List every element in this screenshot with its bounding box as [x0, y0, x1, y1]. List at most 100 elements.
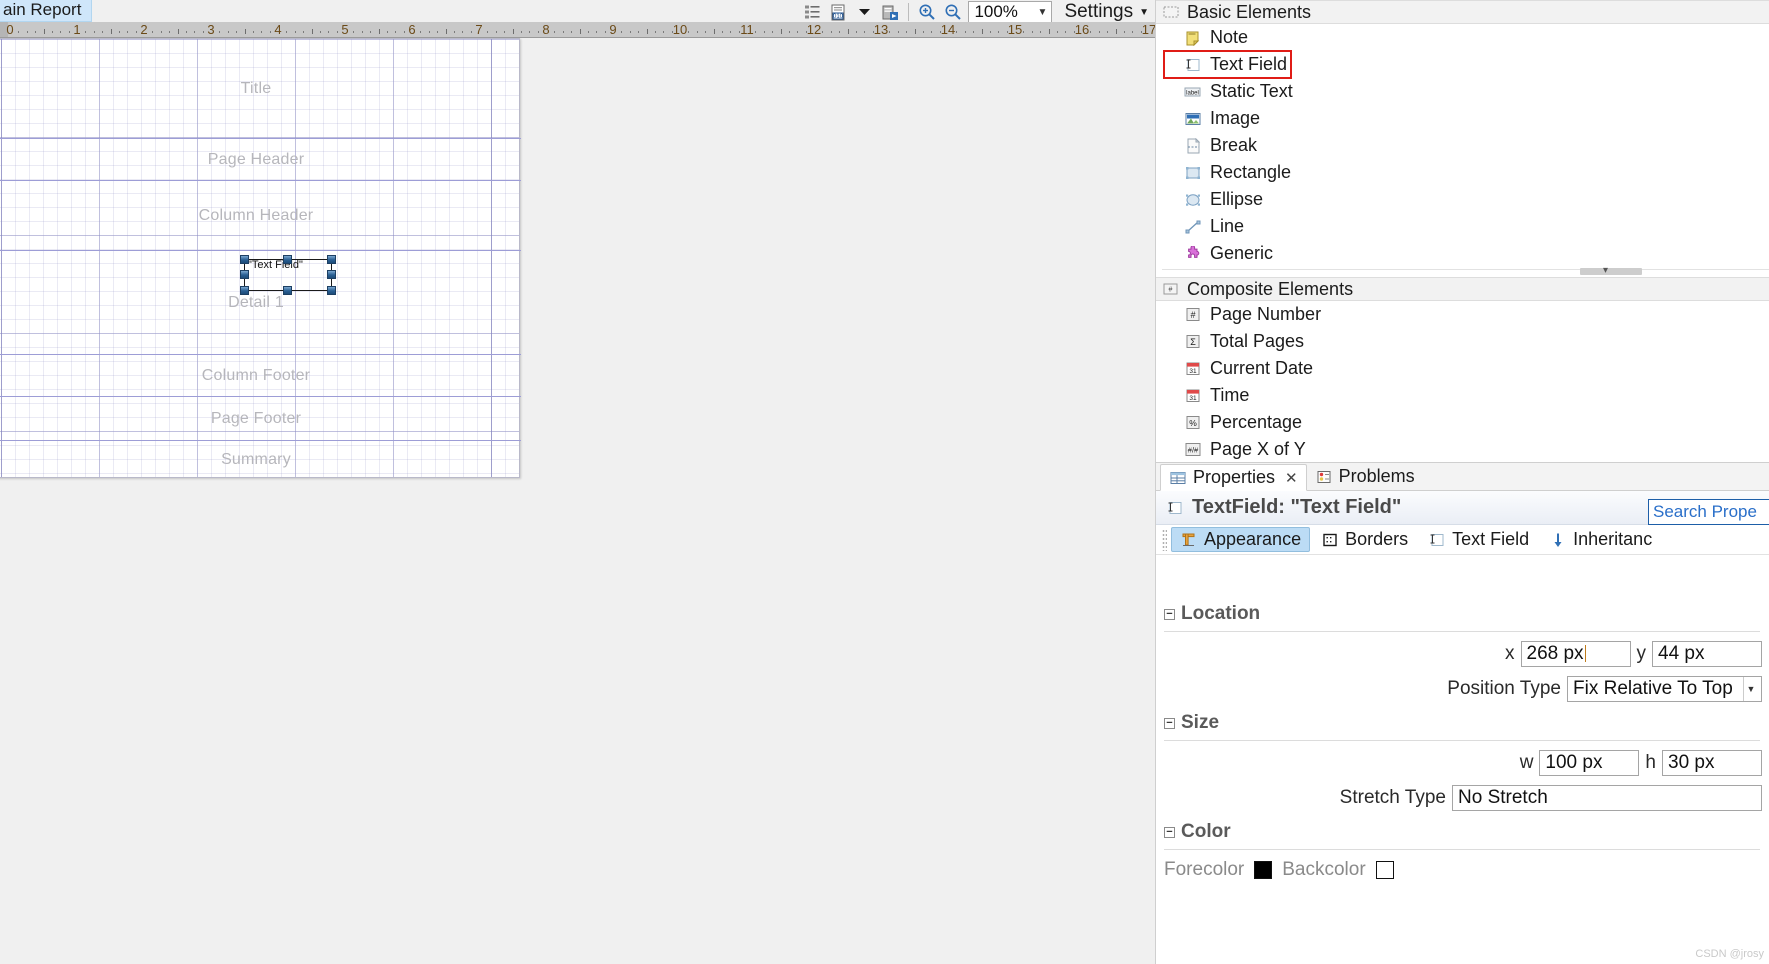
section-tab-borders[interactable]: Borders: [1312, 527, 1417, 552]
ruler-tick: [587, 31, 589, 33]
band-column-footer[interactable]: Column Footer: [0, 355, 521, 397]
x-input[interactable]: 268 px: [1520, 641, 1631, 667]
tab-main-report[interactable]: ain Report: [0, 0, 93, 22]
ruler-tick: [462, 31, 464, 33]
canvas-selected-text-field[interactable]: "Text Field": [240, 255, 336, 295]
section-tab-text-field[interactable]: Text Field: [1419, 527, 1538, 552]
palette-item-image[interactable]: Image: [1156, 105, 1769, 132]
palette-item-note[interactable]: Note: [1156, 24, 1769, 51]
prop-group-color[interactable]: − Color: [1164, 821, 1769, 843]
ruler-tick: [914, 29, 916, 34]
y-input[interactable]: 44 px: [1652, 641, 1762, 667]
palette-item-percentage[interactable]: % Percentage: [1156, 409, 1769, 436]
static-text-icon: label: [1184, 83, 1202, 101]
ruler-tick: [1115, 29, 1117, 34]
chevron-down-icon[interactable]: ▾: [1603, 265, 1608, 276]
close-icon[interactable]: ✕: [1285, 469, 1298, 487]
report-canvas[interactable]: Title Page Header Column Header Detail 1…: [0, 38, 1155, 964]
ruler-tick: [1132, 31, 1134, 33]
zoom-in-icon[interactable]: [914, 1, 940, 23]
palette-item-page-number[interactable]: # Page Number: [1156, 301, 1769, 328]
palette-item-generic[interactable]: Generic: [1156, 240, 1769, 267]
collapse-icon[interactable]: −: [1164, 826, 1175, 838]
ruler-mark-6: 6: [408, 22, 416, 37]
palette-item-line-label: Line: [1210, 216, 1245, 236]
palette-item-ellipse[interactable]: Ellipse: [1156, 186, 1769, 213]
collapse-icon[interactable]: −: [1164, 608, 1175, 620]
page-number-icon: #: [1184, 306, 1202, 324]
h-input[interactable]: 30 px: [1662, 750, 1762, 776]
zoom-level-combo[interactable]: 100% ▼: [968, 1, 1053, 23]
palette-group-basic-elements[interactable]: Basic Elements: [1156, 0, 1769, 24]
svg-text:#/#: #/#: [1188, 446, 1199, 455]
search-properties-input[interactable]: Search Prope: [1648, 499, 1769, 525]
palette-item-generic-label: Generic: [1210, 243, 1274, 263]
backcolor-swatch[interactable]: [1375, 861, 1394, 879]
ruler-tick: [839, 31, 841, 33]
position-type-combo[interactable]: Fix Relative To Top ▼: [1567, 676, 1762, 702]
compile-report-icon[interactable]: [877, 1, 903, 23]
palette-item-current-date[interactable]: 31 Current Date: [1156, 355, 1769, 382]
tab-properties[interactable]: Properties ✕: [1160, 464, 1307, 491]
tab-problems[interactable]: Problems: [1307, 463, 1423, 490]
band-summary[interactable]: Summary: [0, 441, 521, 479]
resize-handle-s[interactable]: [283, 286, 292, 295]
prop-row-stretch-type: Stretch Type No Stretch: [1156, 785, 1769, 811]
palette-item-total-pages[interactable]: Σ Total Pages: [1156, 328, 1769, 355]
section-tab-inheritance[interactable]: Inheritanc: [1540, 527, 1661, 552]
resize-handle-se[interactable]: [327, 286, 336, 295]
band-page-header[interactable]: Page Header: [0, 139, 521, 181]
ruler-tick: [395, 31, 397, 33]
tab-properties-label: Properties: [1193, 467, 1276, 487]
page-x-of-y-icon: #/#: [1184, 441, 1202, 459]
report-page[interactable]: Title Page Header Column Header Detail 1…: [0, 38, 521, 479]
svg-text:#: #: [1190, 310, 1195, 320]
settings-menu[interactable]: Settings ▼: [1060, 1, 1153, 23]
palette-item-static-text[interactable]: label Static Text: [1156, 78, 1769, 105]
ruler-tick: [303, 31, 305, 33]
svg-text:Σ: Σ: [1190, 337, 1196, 347]
properties-body: − Location x 268 px y 44 px Position Typ…: [1156, 593, 1769, 964]
ruler-mark-1: 1: [73, 22, 81, 37]
band-page-footer-label: Page Footer: [210, 409, 302, 427]
ruler-tick: [1056, 31, 1058, 33]
properties-icon: [1169, 469, 1187, 487]
palette-item-page-x-of-y[interactable]: #/# Page X of Y: [1156, 436, 1769, 462]
ruler-mark-3: 3: [207, 22, 215, 37]
band-detail-1-label: Detail 1: [228, 293, 284, 311]
resize-handle-w[interactable]: [240, 270, 249, 279]
palette-group-composite-elements[interactable]: # Composite Elements: [1156, 277, 1769, 301]
palette-item-static-text-label: Static Text: [1210, 81, 1293, 101]
prop-group-size-label: Size: [1181, 712, 1220, 733]
w-input[interactable]: 100 px: [1539, 750, 1640, 776]
ruler-tick: [43, 29, 45, 34]
ruler-tick: [445, 29, 447, 34]
palette-item-rectangle[interactable]: Rectangle: [1156, 159, 1769, 186]
resize-handle-sw[interactable]: [240, 286, 249, 295]
zoom-out-icon[interactable]: [940, 1, 966, 23]
prop-group-size[interactable]: − Size: [1164, 712, 1769, 734]
palette-item-text-field[interactable]: Text Field: [1163, 50, 1292, 79]
band-column-header[interactable]: Column Header: [0, 181, 521, 251]
collapse-icon[interactable]: −: [1164, 717, 1175, 729]
band-title[interactable]: Title: [0, 39, 521, 139]
resize-handle-ne[interactable]: [327, 255, 336, 264]
resize-handle-e[interactable]: [327, 270, 336, 279]
palette-item-break[interactable]: Break: [1156, 132, 1769, 159]
prop-group-location[interactable]: − Location: [1164, 603, 1769, 625]
numbered-document-icon[interactable]: 010: [825, 1, 851, 23]
resize-handle-n[interactable]: [283, 255, 292, 264]
section-tab-appearance[interactable]: Appearance: [1171, 527, 1311, 552]
drag-grip-icon[interactable]: [1162, 528, 1167, 551]
ruler-tick: [353, 31, 355, 33]
forecolor-swatch[interactable]: [1254, 861, 1273, 879]
stretch-type-combo[interactable]: No Stretch: [1452, 785, 1762, 811]
band-page-footer[interactable]: Page Footer: [0, 397, 521, 441]
resize-handle-nw[interactable]: [240, 255, 249, 264]
chevron-down-icon: ▼: [1139, 6, 1149, 18]
palette-item-time[interactable]: 31 Time: [1156, 382, 1769, 409]
dropdown-arrow-icon[interactable]: [851, 1, 877, 23]
palette-scroll-thumb[interactable]: [1580, 268, 1642, 275]
list-icon[interactable]: [799, 1, 825, 23]
palette-item-line[interactable]: Line: [1156, 213, 1769, 240]
